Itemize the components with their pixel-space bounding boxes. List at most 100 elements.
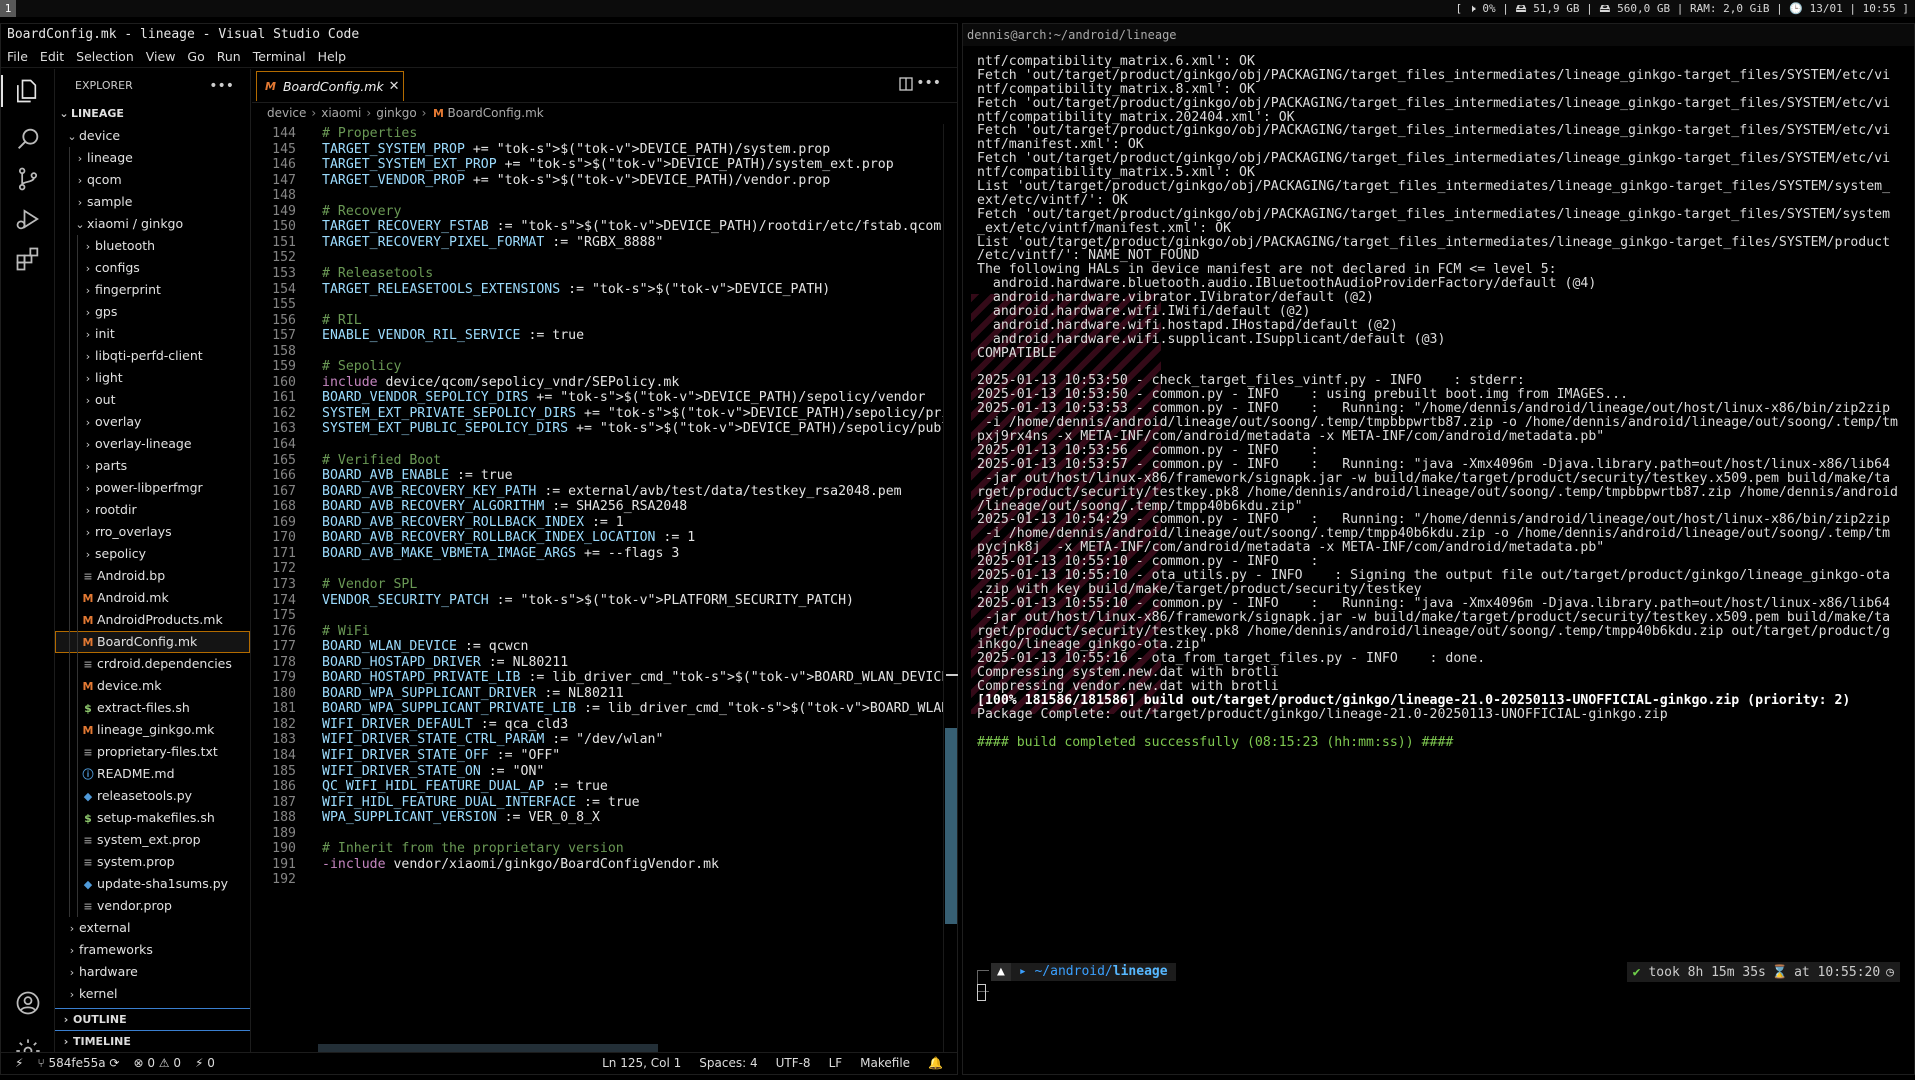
language-mode[interactable]: Makefile (860, 1053, 910, 1074)
encoding[interactable]: UTF-8 (776, 1053, 811, 1074)
tree-item[interactable]: ⓘ README.md (55, 763, 250, 785)
horizontal-scroll-thumb[interactable] (318, 1044, 658, 1052)
close-icon[interactable]: ✕ (389, 79, 400, 94)
menu-selection[interactable]: Selection (76, 46, 134, 67)
indentation[interactable]: Spaces: 4 (699, 1053, 757, 1074)
tree-item[interactable]: › bluetooth (55, 235, 250, 257)
terminal-line: -i /home/dennis/android/lineage/out/soon… (977, 526, 1891, 542)
terminal-line: Fetch 'out/target/product/ginkgo/obj/PAC… (977, 95, 1891, 111)
text-file-icon: ≡ (83, 570, 93, 583)
tree-item[interactable]: Mlineage_ginkgo.mk (55, 719, 250, 741)
code-line: BOARD_AVB_MAKE_VBMETA_IMAGE_ARGS += --fl… (322, 545, 680, 561)
tree-item[interactable]: ⌄ device (55, 125, 250, 147)
tree-item[interactable]: ⌄ xiaomi / ginkgo (55, 213, 250, 235)
menu-edit[interactable]: Edit (40, 46, 64, 67)
cursor-position[interactable]: Ln 125, Col 1 (602, 1053, 681, 1074)
tree-item[interactable]: › out (55, 389, 250, 411)
tree-item[interactable]: › hardware (55, 961, 250, 983)
tree-item[interactable]: › init (55, 323, 250, 345)
editor-more-icon[interactable]: ••• (916, 75, 941, 91)
tree-item[interactable]: › overlay (55, 411, 250, 433)
tree-item[interactable]: ≡ vendor.prop (55, 895, 250, 917)
menu-help[interactable]: Help (318, 46, 347, 67)
menu-view[interactable]: View (146, 46, 176, 67)
tree-item[interactable]: M Android.mk (55, 587, 250, 609)
run-debug-icon[interactable] (12, 203, 44, 235)
split-editor-icon[interactable] (899, 77, 913, 95)
tree-item[interactable]: › overlay-lineage (55, 433, 250, 455)
tree-item[interactable]: › fingerprint (55, 279, 250, 301)
tree-item[interactable]: › sepolicy (55, 543, 250, 565)
tree-item[interactable]: › sample (55, 191, 250, 213)
menu-go[interactable]: Go (187, 46, 204, 67)
account-icon[interactable] (12, 987, 44, 1019)
tree-item[interactable]: M AndroidProducts.mk (55, 609, 250, 631)
tree-item[interactable]: › frameworks (55, 939, 250, 961)
terminal-line: 2025-01-13 10:54:29 - common.py - INFO :… (977, 512, 1891, 528)
editor-scrollbar[interactable] (943, 124, 958, 1052)
tree-item[interactable]: › parts (55, 455, 250, 477)
workspace-indicator[interactable]: 1 (0, 0, 16, 17)
tree-item[interactable]: ≡ system.prop (55, 851, 250, 873)
chevron-right-icon: › (85, 526, 91, 539)
problems-status[interactable]: ⊗ 0 ⚠ 0 (133, 1053, 181, 1074)
tab-boardconfig[interactable]: M BoardConfig.mk ✕ (256, 71, 404, 101)
tree-item[interactable]: ≡ proprietary-files.txt (55, 741, 250, 763)
tree-item[interactable]: ⌄ LINEAGE (55, 103, 250, 125)
scroll-thumb[interactable] (945, 728, 957, 924)
terminal-output[interactable]: ntf/compatibility_matrix.6.xml': OK Fetch… (977, 55, 1908, 750)
tree-item-label: vendor.prop (97, 898, 172, 913)
tree-item[interactable]: › light (55, 367, 250, 389)
file-tree: ⌄ LINEAGE ⌄ device › lineage › qcom › sample ⌄ xiao… (55, 103, 250, 1005)
tree-item-label: update-sha1sums.py (97, 876, 229, 891)
breadcrumb-item[interactable]: ginkgo (376, 106, 416, 120)
breadcrumb-separator: › (366, 106, 372, 120)
search-icon[interactable] (12, 123, 44, 155)
tree-item[interactable]: › rootdir (55, 499, 250, 521)
tree-item[interactable]: $ setup-makefiles.sh (55, 807, 250, 829)
menu-file[interactable]: File (7, 46, 28, 67)
tree-item-label: light (95, 370, 123, 385)
outline-section[interactable]: › OUTLINE (55, 1008, 250, 1030)
breadcrumb-item[interactable]: device (267, 106, 306, 120)
tree-item[interactable]: › libqti-perfd-client (55, 345, 250, 367)
makefile-icon: M (82, 614, 94, 627)
menu-run[interactable]: Run (217, 46, 241, 67)
tree-item[interactable]: $ extract-files.sh (55, 697, 250, 719)
remote-icon[interactable]: ⚡ (15, 1053, 23, 1074)
tree-item[interactable]: › qcom (55, 169, 250, 191)
tree-item-label: sepolicy (95, 546, 147, 561)
timeline-section[interactable]: › TIMELINE (55, 1030, 250, 1052)
tree-item[interactable]: › rro_overlays (55, 521, 250, 543)
more-actions-icon[interactable]: ••• (209, 69, 234, 103)
menu-terminal[interactable]: Terminal (253, 46, 306, 67)
tree-item[interactable]: › gps (55, 301, 250, 323)
tree-item[interactable]: ≡ system_ext.prop (55, 829, 250, 851)
tree-item[interactable]: ≡ crdroid.dependencies (55, 653, 250, 675)
eol[interactable]: LF (829, 1053, 843, 1074)
window-title: BoardConfig.mk - lineage - Visual Studio… (1, 24, 957, 46)
tree-item[interactable]: ◆ releasetools.py (55, 785, 250, 807)
tree-item[interactable]: › kernel (55, 983, 250, 1005)
terminal-cursor[interactable] (977, 984, 986, 1001)
tree-item[interactable]: ≡ Android.bp (55, 565, 250, 587)
source-control-icon[interactable] (12, 163, 44, 195)
breadcrumb-item[interactable]: BoardConfig.mk (447, 106, 543, 120)
explorer-icon[interactable] (1, 75, 55, 107)
chevron-right-icon: › (69, 988, 75, 1001)
tree-item[interactable]: Mdevice.mk (55, 675, 250, 697)
tree-item[interactable]: M BoardConfig.mk (55, 631, 250, 653)
tree-item[interactable]: › external (55, 917, 250, 939)
tree-item[interactable]: ◆ update-sha1sums.py (55, 873, 250, 895)
extensions-icon[interactable] (12, 243, 44, 275)
prompt-clock: at 10:55:20 (1794, 964, 1881, 980)
branch-status[interactable]: ⑂ 584fe55a ⟳ (37, 1053, 119, 1074)
tree-item[interactable]: › configs (55, 257, 250, 279)
tree-item[interactable]: › lineage (55, 147, 250, 169)
ports-status[interactable]: ⚡ 0 (195, 1053, 215, 1074)
tree-item[interactable]: › power-libperfmgr (55, 477, 250, 499)
terminal-line: 2025-01-13 10:55:10 - ota_utils.py - INF… (977, 567, 1891, 583)
breadcrumb-item[interactable]: xiaomi (321, 106, 361, 120)
code-view[interactable]: 144 # Properties 145 TARGET_SYSTEM_PROP += … (252, 124, 943, 1052)
notifications-icon[interactable]: 🔔 (928, 1053, 943, 1074)
